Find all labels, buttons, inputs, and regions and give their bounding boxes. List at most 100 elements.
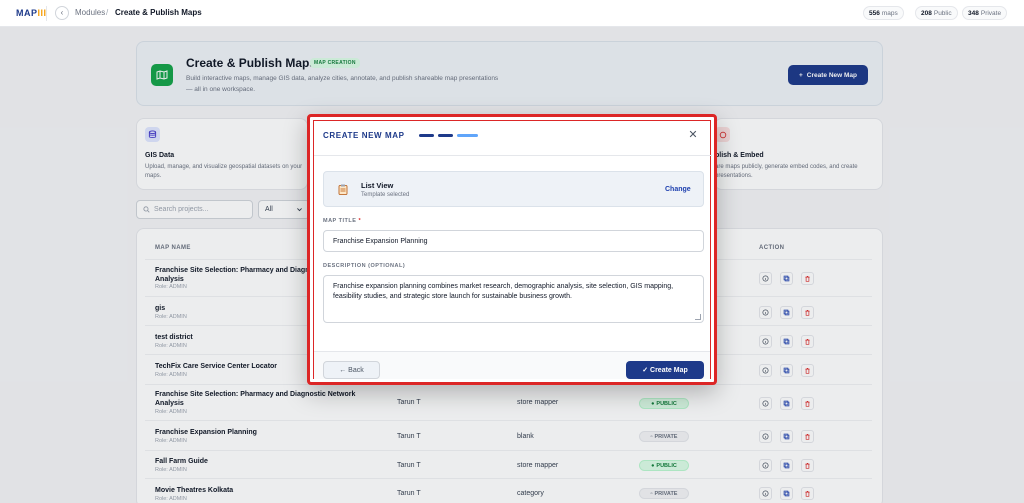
copy-icon[interactable] <box>780 397 793 410</box>
column-header-map-name: MAP NAME <box>155 245 191 251</box>
trash-icon[interactable] <box>801 272 814 285</box>
trash-icon[interactable] <box>801 335 814 348</box>
database-icon <box>145 127 160 142</box>
map-icon <box>151 64 173 86</box>
info-icon[interactable] <box>759 306 772 319</box>
map-title-input[interactable]: Franchise Expansion Planning <box>323 230 704 252</box>
row-template: store mapper <box>517 462 559 469</box>
back-arrow-icon[interactable]: ‹ <box>55 6 69 20</box>
info-icon[interactable] <box>759 272 772 285</box>
top-bar: MAPIII ‹ Modules / Create & Publish Maps… <box>0 0 1024 27</box>
back-button[interactable]: ← Back <box>323 361 380 379</box>
copy-icon[interactable] <box>780 335 793 348</box>
row-role: Role: ADMIN <box>155 409 187 415</box>
row-role: Role: ADMIN <box>155 467 187 473</box>
map-name[interactable]: Franchise Site Selection: Pharmacy and D… <box>155 390 375 408</box>
divider <box>46 6 47 21</box>
card-title: GIS Data <box>145 152 175 159</box>
share-icon <box>715 127 730 142</box>
step-done <box>438 134 453 137</box>
divider <box>145 420 872 421</box>
breadcrumb-modules[interactable]: Modules <box>75 8 105 17</box>
filter-select[interactable]: All <box>258 200 310 219</box>
map-title-label: MAP TITLE * <box>323 218 362 224</box>
row-owner: Tarun T <box>397 433 421 440</box>
row-owner: Tarun T <box>397 462 421 469</box>
card-title: blish & Embed <box>715 152 764 159</box>
info-icon[interactable] <box>759 459 772 472</box>
card-description: are maps publicly, generate embed codes,… <box>715 164 858 179</box>
lock-icon: ▫ <box>650 490 653 497</box>
stat-private: 348 Private <box>962 6 1008 20</box>
publish-embed-card[interactable]: blish & Embed are maps publicly, generat… <box>714 118 883 190</box>
map-name[interactable]: Movie Theatres Kolkata <box>155 486 375 495</box>
map-name[interactable]: Franchise Expansion Planning <box>155 428 375 437</box>
stat-public: 208 Public <box>915 6 958 20</box>
trash-icon[interactable] <box>801 397 814 410</box>
copy-icon[interactable] <box>780 272 793 285</box>
row-role: Role: ADMIN <box>155 372 187 378</box>
row-template: store mapper <box>517 399 559 406</box>
description-textarea[interactable]: Franchise expansion planning combines ma… <box>323 275 704 323</box>
step-done <box>419 134 434 137</box>
info-icon[interactable] <box>759 487 772 500</box>
clipboard-icon <box>336 182 350 196</box>
app-logo[interactable]: MAPIII <box>16 8 47 18</box>
search-icon <box>143 206 150 213</box>
row-owner: Tarun T <box>397 399 421 406</box>
search-input[interactable]: Search projects... <box>136 200 253 219</box>
status-badge: ▫ PRIVATE <box>639 488 689 499</box>
column-header-action: ACTION <box>759 245 785 251</box>
plus-icon: + <box>798 71 803 79</box>
create-map-modal: CREATE NEW MAP ✕ List View Template sele… <box>313 120 712 379</box>
card-description: Upload, manage, and visualize geospatial… <box>145 164 303 179</box>
copy-icon[interactable] <box>780 306 793 319</box>
create-new-map-button[interactable]: + Create New Map <box>788 65 868 85</box>
status-badge: ● PUBLIC <box>639 398 689 409</box>
row-role: Role: ADMIN <box>155 343 187 349</box>
template-status: Template selected <box>361 192 410 198</box>
modal-footer: ← Back ✓ Create Map <box>314 351 710 379</box>
template-name: List View <box>361 181 394 190</box>
description-label: DESCRIPTION (OPTIONAL) <box>323 263 406 269</box>
change-template-button[interactable]: Change <box>665 186 691 193</box>
resize-handle[interactable] <box>695 314 701 320</box>
trash-icon[interactable] <box>801 306 814 319</box>
copy-icon[interactable] <box>780 364 793 377</box>
info-icon[interactable] <box>759 364 772 377</box>
divider <box>145 450 872 451</box>
lock-icon: ▫ <box>650 433 653 440</box>
info-icon[interactable] <box>759 335 772 348</box>
trash-icon[interactable] <box>801 430 814 443</box>
status-badge: ▫ PRIVATE <box>639 431 689 442</box>
map-creation-badge: MAP CREATION <box>310 58 360 68</box>
hero-description: Build interactive maps, manage GIS data,… <box>186 75 499 93</box>
globe-icon: ● <box>651 462 655 469</box>
row-role: Role: ADMIN <box>155 496 187 502</box>
modal-title: CREATE NEW MAP <box>323 131 405 140</box>
row-role: Role: ADMIN <box>155 314 187 320</box>
row-template: blank <box>517 433 534 440</box>
divider <box>145 478 872 479</box>
trash-icon[interactable] <box>801 459 814 472</box>
copy-icon[interactable] <box>780 430 793 443</box>
gis-data-card[interactable]: GIS Data Upload, manage, and visualize g… <box>136 118 308 190</box>
row-template: category <box>517 490 544 497</box>
info-icon[interactable] <box>759 397 772 410</box>
breadcrumb-current: Create & Publish Maps <box>115 8 202 17</box>
trash-icon[interactable] <box>801 364 814 377</box>
trash-icon[interactable] <box>801 487 814 500</box>
close-icon[interactable]: ✕ <box>687 128 699 141</box>
chevron-down-icon <box>297 208 302 212</box>
status-badge: ● PUBLIC <box>639 460 689 471</box>
stat-total-maps: 556 maps <box>863 6 904 20</box>
info-icon[interactable] <box>759 430 772 443</box>
hero-banner: Create & Publish Maps MAP CREATION Build… <box>136 41 883 106</box>
copy-icon[interactable] <box>780 459 793 472</box>
create-map-button[interactable]: ✓ Create Map <box>626 361 704 379</box>
step-current <box>457 134 478 137</box>
copy-icon[interactable] <box>780 487 793 500</box>
page-title: Create & Publish Maps <box>186 56 317 70</box>
map-name[interactable]: Fall Farm Guide <box>155 457 375 466</box>
row-role: Role: ADMIN <box>155 284 187 290</box>
